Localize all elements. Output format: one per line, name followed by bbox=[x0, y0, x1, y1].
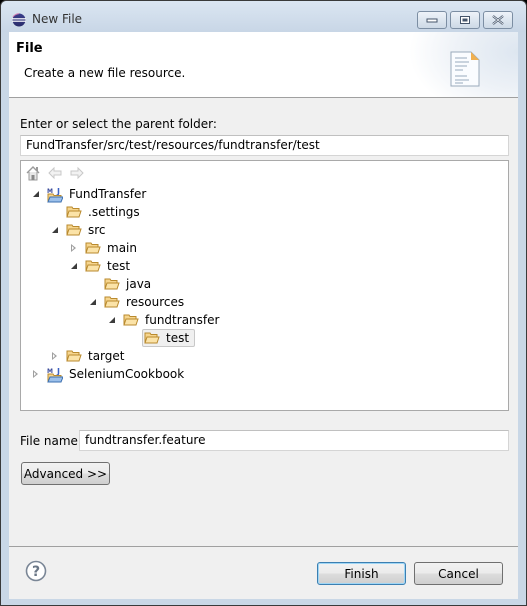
close-button[interactable] bbox=[483, 11, 513, 29]
tree-item-label: test bbox=[107, 259, 131, 273]
expanded-arrow-icon[interactable] bbox=[69, 261, 79, 271]
collapsed-arrow-icon[interactable] bbox=[31, 369, 41, 379]
tree-item-label: java bbox=[126, 277, 152, 291]
java-project-icon: MJ bbox=[47, 367, 64, 383]
forward-icon[interactable] bbox=[69, 165, 85, 181]
minimize-button[interactable] bbox=[417, 11, 447, 29]
tree-item-label: .settings bbox=[88, 205, 140, 219]
folder-icon bbox=[85, 259, 101, 273]
tree-item-label: fundtransfer bbox=[145, 313, 220, 327]
finish-button[interactable]: Finish bbox=[317, 562, 406, 585]
tree-item[interactable]: test bbox=[126, 329, 196, 347]
close-icon bbox=[492, 15, 504, 25]
folder-icon bbox=[66, 205, 82, 219]
collapsed-arrow-icon[interactable] bbox=[50, 351, 60, 361]
folder-tree[interactable]: M J FundTransfer .settings src main test java re… bbox=[20, 160, 509, 411]
tree-item[interactable]: M J SeleniumCookbook bbox=[31, 365, 186, 383]
maximize-icon bbox=[460, 16, 470, 24]
expanded-arrow-icon[interactable] bbox=[107, 315, 117, 325]
new-file-wizard-icon bbox=[450, 51, 480, 87]
svg-text:J: J bbox=[56, 187, 60, 196]
cancel-button[interactable]: Cancel bbox=[414, 562, 503, 585]
svg-text:?: ? bbox=[32, 564, 40, 580]
dialog-content: File Create a new file resource. Enter o… bbox=[9, 32, 518, 599]
tree-item[interactable]: target bbox=[50, 347, 127, 365]
tree-item-label: resources bbox=[126, 295, 185, 309]
new-file-dialog: New File File Create a new file resource… bbox=[0, 0, 527, 606]
tree-item[interactable]: .settings bbox=[50, 203, 142, 221]
page-title: File bbox=[16, 41, 43, 56]
tree-item-label: SeleniumCookbook bbox=[69, 367, 185, 381]
selected-tree-item[interactable]: test bbox=[142, 329, 196, 347]
tree-item[interactable]: resources bbox=[88, 293, 186, 311]
tree-item[interactable]: M J FundTransfer bbox=[31, 185, 148, 203]
file-name-input[interactable]: fundtransfer.feature bbox=[79, 430, 509, 451]
tree-item[interactable]: fundtransfer bbox=[107, 311, 221, 329]
tree-item[interactable]: java bbox=[88, 275, 153, 293]
wizard-header: File Create a new file resource. bbox=[9, 32, 518, 98]
file-name-label: File name: bbox=[20, 434, 82, 448]
folder-icon bbox=[66, 223, 82, 237]
java-project-icon: MJ bbox=[47, 187, 64, 203]
minimize-icon bbox=[426, 18, 438, 23]
tree-item-label: test bbox=[166, 331, 190, 345]
folder-icon bbox=[104, 295, 120, 309]
folder-icon bbox=[85, 241, 101, 255]
back-icon[interactable] bbox=[47, 165, 63, 181]
tree-item[interactable]: src bbox=[50, 221, 108, 239]
expanded-arrow-icon[interactable] bbox=[50, 225, 60, 235]
tree-item-label: FundTransfer bbox=[69, 187, 147, 201]
maximize-button[interactable] bbox=[450, 11, 480, 29]
tree-item[interactable]: test bbox=[69, 257, 132, 275]
tree-item-label: src bbox=[88, 223, 106, 237]
collapsed-arrow-icon[interactable] bbox=[69, 243, 79, 253]
expanded-arrow-icon[interactable] bbox=[88, 297, 98, 307]
footer-divider bbox=[9, 546, 518, 547]
window-title: New File bbox=[32, 12, 83, 26]
advanced-button[interactable]: Advanced >> bbox=[21, 462, 110, 485]
parent-folder-input[interactable]: FundTransfer/src/test/resources/fundtran… bbox=[20, 135, 509, 156]
folder-icon bbox=[123, 313, 139, 327]
tree-item-label: target bbox=[88, 349, 125, 363]
title-bar[interactable]: New File bbox=[1, 1, 526, 32]
svg-text:J: J bbox=[56, 367, 60, 376]
tree-item-label: main bbox=[107, 241, 137, 255]
page-description: Create a new file resource. bbox=[24, 66, 186, 80]
folder-icon bbox=[104, 277, 120, 291]
tree-item[interactable]: main bbox=[69, 239, 139, 257]
folder-icon bbox=[144, 331, 160, 345]
folder-icon bbox=[66, 349, 82, 363]
tree-toolbar bbox=[25, 165, 85, 183]
help-icon[interactable]: ? bbox=[25, 560, 47, 582]
home-icon[interactable] bbox=[25, 165, 41, 181]
expanded-arrow-icon[interactable] bbox=[31, 189, 41, 199]
eclipse-icon bbox=[12, 13, 26, 27]
parent-folder-label: Enter or select the parent folder: bbox=[20, 117, 217, 131]
